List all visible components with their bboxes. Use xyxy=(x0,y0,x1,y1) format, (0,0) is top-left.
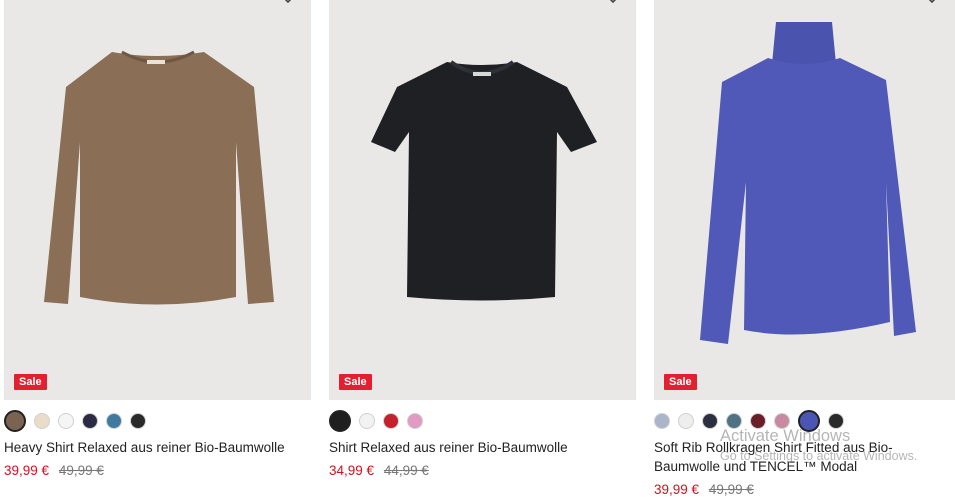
product-name[interactable]: Soft Rib Rollkragen Shirt Fitted aus Bio… xyxy=(654,438,955,476)
color-swatch[interactable] xyxy=(407,413,423,429)
color-swatch[interactable] xyxy=(702,413,718,429)
sale-price: 39,99 € xyxy=(4,463,50,478)
color-swatch[interactable] xyxy=(106,413,122,429)
turtleneck-image xyxy=(700,22,916,344)
color-swatch[interactable] xyxy=(82,413,98,429)
product-name[interactable]: Heavy Shirt Relaxed aus reiner Bio-Baumw… xyxy=(4,438,311,457)
heart-icon[interactable] xyxy=(923,0,941,4)
color-swatch[interactable] xyxy=(329,410,351,432)
original-price: 49,99 € xyxy=(58,463,104,478)
original-price: 49,99 € xyxy=(708,482,754,497)
product-image[interactable]: Sale xyxy=(654,0,955,400)
product-name[interactable]: Shirt Relaxed aus reiner Bio-Baumwolle xyxy=(329,438,636,457)
color-swatch[interactable] xyxy=(130,413,146,429)
sale-badge: Sale xyxy=(664,374,697,390)
color-swatch[interactable] xyxy=(359,413,375,429)
sale-price: 34,99 € xyxy=(329,463,375,478)
sale-price: 39,99 € xyxy=(654,482,700,497)
product-prices: 39,99 € 49,99 € xyxy=(654,482,955,497)
heart-icon[interactable] xyxy=(279,0,297,4)
color-swatch[interactable] xyxy=(58,413,74,429)
color-swatches xyxy=(4,409,311,433)
color-swatch[interactable] xyxy=(678,413,694,429)
sale-badge: Sale xyxy=(339,374,372,390)
product-image[interactable]: Sale xyxy=(329,0,636,400)
color-swatch[interactable] xyxy=(750,413,766,429)
sale-badge: Sale xyxy=(14,374,47,390)
color-swatches xyxy=(329,409,636,433)
long-sleeve-shirt-image xyxy=(44,50,274,305)
color-swatch[interactable] xyxy=(34,413,50,429)
turtleneck-collar xyxy=(772,22,836,64)
color-swatch[interactable] xyxy=(4,410,26,432)
shirt-body xyxy=(371,62,597,301)
shirt-label xyxy=(147,60,165,64)
product-card[interactable]: Sale Heavy Shirt Relaxed aus reiner Bio-… xyxy=(4,0,311,478)
tshirt-image xyxy=(371,60,597,301)
product-prices: 34,99 € 44,99 € xyxy=(329,463,636,478)
shirt-label xyxy=(473,72,491,76)
shirt-body xyxy=(44,52,274,305)
color-swatch[interactable] xyxy=(798,410,820,432)
shirt-body xyxy=(700,58,916,344)
color-swatch[interactable] xyxy=(654,413,670,429)
color-swatch[interactable] xyxy=(383,413,399,429)
color-swatch[interactable] xyxy=(828,413,844,429)
product-card[interactable]: Sale Soft Rib Rollkragen Shirt Fitted au… xyxy=(654,0,955,497)
product-prices: 39,99 € 49,99 € xyxy=(4,463,311,478)
color-swatch[interactable] xyxy=(774,413,790,429)
product-card[interactable]: Sale Shirt Relaxed aus reiner Bio-Baumwo… xyxy=(329,0,636,478)
product-image[interactable]: Sale xyxy=(4,0,311,400)
original-price: 44,99 € xyxy=(383,463,429,478)
product-grid: Sale Heavy Shirt Relaxed aus reiner Bio-… xyxy=(0,0,955,497)
heart-icon[interactable] xyxy=(604,0,622,4)
color-swatch[interactable] xyxy=(726,413,742,429)
color-swatches xyxy=(654,409,955,433)
